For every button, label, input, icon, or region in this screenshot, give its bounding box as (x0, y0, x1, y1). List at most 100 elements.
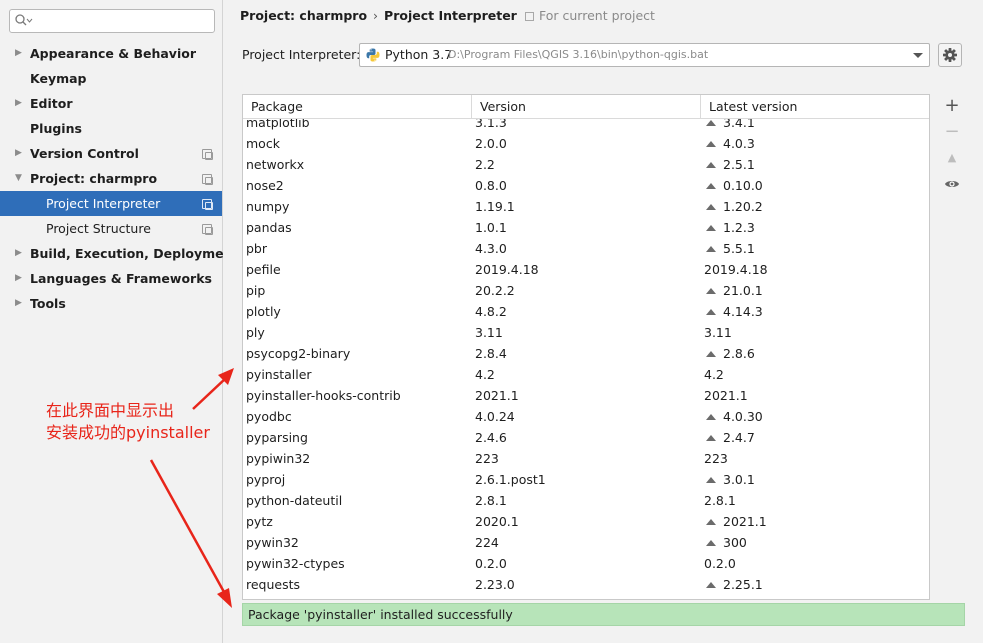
table-row[interactable]: python-dateutil 2.8.1 2.8.1 (243, 490, 929, 511)
table-row[interactable]: pyparsing 2.4.6 2.4.7 (243, 427, 929, 448)
breadcrumb: Project: charmpro › Project Interpreter (240, 6, 517, 26)
sidebar-item-project-charmpro[interactable]: ▼ Project: charmpro (0, 166, 222, 191)
latest-version-label: 2.5.1 (723, 157, 755, 172)
latest-version-label: 0.10.0 (723, 178, 763, 193)
sidebar-item-label: Appearance & Behavior (30, 46, 196, 61)
chevron-right-icon[interactable]: ▶ (15, 266, 22, 291)
table-row[interactable]: pywin32-ctypes 0.2.0 0.2.0 (243, 553, 929, 574)
table-row[interactable]: plotly 4.8.2 4.14.3 (243, 301, 929, 322)
chevron-down-icon[interactable] (913, 53, 923, 58)
sidebar-item-project-structure[interactable]: Project Structure (0, 216, 222, 241)
package-name-cell: pefile (246, 262, 281, 277)
upgrade-available-icon (706, 309, 716, 315)
sidebar-item-keymap[interactable]: Keymap (0, 66, 222, 91)
column-header-package[interactable]: Package (243, 95, 472, 118)
sidebar-item-version-control[interactable]: ▶ Version Control (0, 141, 222, 166)
upgrade-available-icon (706, 477, 716, 483)
interpreter-label: Project Interpreter: (242, 47, 361, 62)
upgrade-available-icon (706, 351, 716, 357)
package-name-cell: python-dateutil (246, 493, 343, 508)
sidebar-item-label: Version Control (30, 146, 139, 161)
table-row[interactable]: networkx 2.2 2.5.1 (243, 154, 929, 175)
table-row[interactable]: pywin32 224 300 (243, 532, 929, 553)
table-row[interactable]: pyinstaller-hooks-contrib 2021.1 2021.1 (243, 385, 929, 406)
table-row[interactable]: requests 2.23.0 2.25.1 (243, 574, 929, 595)
sidebar-item-languages-frameworks[interactable]: ▶ Languages & Frameworks (0, 266, 222, 291)
latest-version-cell: 4.14.3 (704, 301, 928, 322)
table-row[interactable]: pyodbc 4.0.24 4.0.30 (243, 406, 929, 427)
settings-search-input[interactable] (34, 12, 212, 30)
package-name-cell: pyparsing (246, 430, 308, 445)
package-version-cell: 1.19.1 (475, 199, 515, 214)
table-row[interactable]: pytz 2020.1 2021.1 (243, 511, 929, 532)
package-version-cell: 2.4.6 (475, 430, 507, 445)
chevron-right-icon[interactable]: ▶ (15, 41, 22, 66)
column-header-version[interactable]: Version (472, 95, 701, 118)
upgrade-package-button[interactable]: ▲ (940, 146, 964, 170)
package-version-cell: 4.8.2 (475, 304, 507, 319)
table-row[interactable]: pefile 2019.4.18 2019.4.18 (243, 259, 929, 280)
latest-version-cell: 3.0.1 (704, 469, 928, 490)
project-scope-icon (202, 149, 213, 160)
latest-version-label: 2.25.1 (723, 577, 763, 592)
chevron-right-icon[interactable]: ▶ (15, 241, 22, 266)
package-version-cell: 223 (475, 451, 499, 466)
sidebar-item-label: Editor (30, 96, 73, 111)
upgrade-available-icon (706, 519, 716, 525)
latest-version-cell: 4.2 (704, 364, 928, 385)
latest-version-label: 2.8.6 (723, 346, 755, 361)
sidebar-item-label: Build, Execution, Deployment (30, 246, 239, 261)
latest-version-cell: 0.2.0 (704, 553, 928, 574)
package-name-cell: nose2 (246, 178, 284, 193)
column-header-latest-version[interactable]: Latest version (701, 95, 929, 118)
interpreter-settings-button[interactable] (938, 43, 962, 67)
chevron-right-icon[interactable]: ▶ (15, 91, 22, 116)
breadcrumb-project[interactable]: Project: charmpro (240, 8, 367, 23)
table-row[interactable]: pyinstaller 4.2 4.2 (243, 364, 929, 385)
latest-version-label: 1.20.2 (723, 199, 763, 214)
remove-package-button[interactable]: − (940, 120, 964, 144)
package-name-cell: pbr (246, 241, 268, 256)
latest-version-label: 2.4.7 (723, 430, 755, 445)
upgrade-available-icon (706, 414, 716, 420)
latest-version-label: 4.14.3 (723, 304, 763, 319)
status-message: Package 'pyinstaller' installed successf… (242, 603, 965, 626)
chevron-right-icon[interactable]: ▶ (15, 291, 22, 316)
table-row[interactable]: numpy 1.19.1 1.20.2 (243, 196, 929, 217)
package-version-cell: 2021.1 (475, 388, 519, 403)
latest-version-cell: 4.0.30 (704, 406, 928, 427)
sidebar-item-appearance-behavior[interactable]: ▶ Appearance & Behavior (0, 41, 222, 66)
sidebar-item-project-interpreter[interactable]: Project Interpreter (0, 191, 222, 216)
interpreter-dropdown[interactable]: Python 3.7 D:\Program Files\QGIS 3.16\bi… (359, 43, 930, 67)
upgrade-available-icon (706, 120, 716, 126)
sidebar-item-build-execution-deployment[interactable]: ▶ Build, Execution, Deployment (0, 241, 238, 266)
table-row[interactable]: pbr 4.3.0 5.5.1 (243, 238, 929, 259)
table-row[interactable]: pypiwin32 223 223 (243, 448, 929, 469)
sidebar-item-editor[interactable]: ▶ Editor (0, 91, 222, 116)
packages-table[interactable]: Package Version Latest version matplotli… (242, 94, 930, 600)
table-row[interactable]: pip 20.2.2 21.0.1 (243, 280, 929, 301)
sidebar-item-plugins[interactable]: Plugins (0, 116, 222, 141)
package-name-cell: pyinstaller (246, 367, 312, 382)
package-version-cell: 0.8.0 (475, 178, 507, 193)
upgrade-available-icon (706, 225, 716, 231)
table-row[interactable]: pandas 1.0.1 1.2.3 (243, 217, 929, 238)
table-row[interactable]: nose2 0.8.0 0.10.0 (243, 175, 929, 196)
package-version-cell: 2.0.0 (475, 136, 507, 151)
table-row[interactable]: mock 2.0.0 4.0.3 (243, 133, 929, 154)
chevron-down-icon[interactable]: ▼ (15, 166, 22, 191)
latest-version-cell: 21.0.1 (704, 280, 928, 301)
latest-version-cell: 223 (704, 448, 928, 469)
show-early-releases-button[interactable] (940, 172, 964, 196)
table-body: matplotlib 3.1.3 3.4.1 mock 2.0.0 4.0.3 networ… (243, 112, 929, 595)
table-row[interactable]: ply 3.11 3.11 (243, 322, 929, 343)
table-scrollbar-thumb[interactable] (929, 318, 930, 505)
add-package-button[interactable]: + (940, 94, 964, 118)
package-name-cell: pyproj (246, 472, 286, 487)
table-row[interactable]: psycopg2-binary 2.8.4 2.8.6 (243, 343, 929, 364)
sidebar-item-tools[interactable]: ▶ Tools (0, 291, 222, 316)
settings-search-box[interactable] (9, 9, 215, 33)
chevron-right-icon[interactable]: ▶ (15, 141, 22, 166)
table-row[interactable]: pyproj 2.6.1.post1 3.0.1 (243, 469, 929, 490)
latest-version-cell: 3.11 (704, 322, 928, 343)
